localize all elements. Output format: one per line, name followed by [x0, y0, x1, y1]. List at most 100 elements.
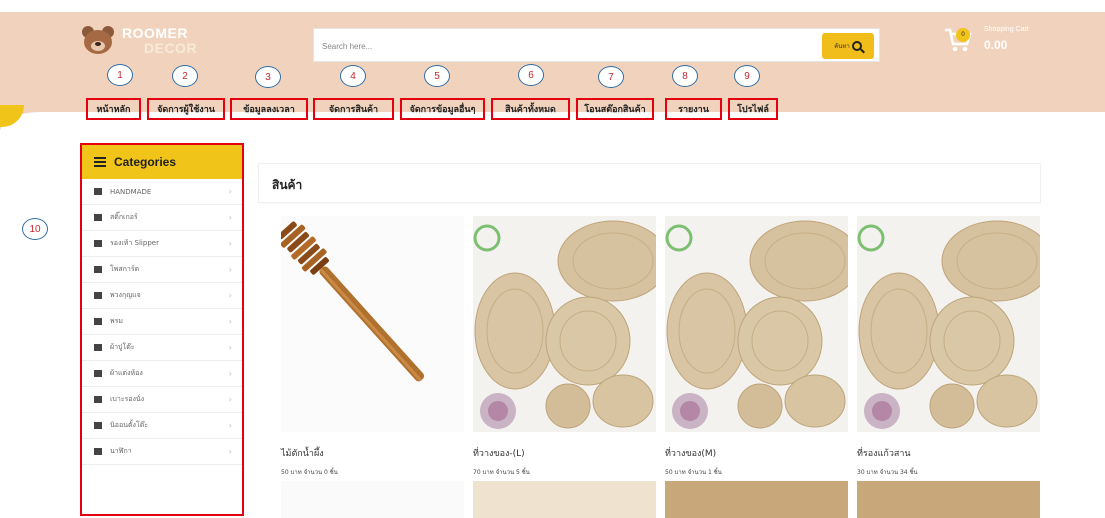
- category-icon: [94, 344, 102, 351]
- product-meta: 50 บาท จำนวน 0 ชิ้น: [281, 469, 338, 476]
- logo[interactable]: ROOMER DECOR: [80, 20, 197, 62]
- category-icon: [94, 448, 102, 455]
- category-icon: [94, 370, 102, 377]
- callout-5: 5: [424, 65, 450, 87]
- callout-10: 10: [22, 218, 48, 240]
- chevron-right-icon: ›: [228, 317, 232, 326]
- search-button-label: ค้นหา: [834, 43, 850, 50]
- nav-profile[interactable]: โปรไฟล์: [728, 98, 778, 120]
- callout-7: 7: [598, 66, 624, 88]
- nav-all-products[interactable]: สินค้าทั้งหมด: [491, 98, 570, 120]
- menu-icon: [94, 157, 106, 167]
- nav-product-management[interactable]: จัดการสินค้า: [313, 98, 394, 120]
- logo-text: ROOMER DECOR: [122, 26, 197, 56]
- product-name[interactable]: ที่วางของ-(L): [473, 446, 525, 460]
- category-label: พวงกุญแจ: [110, 291, 141, 299]
- nav-label: หน้าหลัก: [96, 105, 131, 115]
- category-label: พรม: [110, 317, 123, 325]
- product-card[interactable]: ที่รองแก้วสาน 30 บาท จำนวน 34 ชิ้น: [857, 216, 1042, 518]
- cart-total: 0.00: [984, 38, 1008, 52]
- category-label: ผ้าแต่งห้อง: [110, 369, 143, 377]
- nav-home[interactable]: หน้าหลัก: [86, 98, 141, 120]
- product-image-next-row: [857, 481, 1040, 518]
- category-icon: [94, 214, 102, 221]
- chevron-right-icon: ›: [228, 421, 232, 430]
- category-item[interactable]: นาฬิกา ›: [82, 439, 242, 465]
- callout-1: 1: [107, 64, 133, 86]
- category-item[interactable]: พรม ›: [82, 309, 242, 335]
- categories-panel: Categories HANDMADE › สติ๊กเกอร์ › รองเท้า…: [80, 143, 244, 516]
- chevron-right-icon: ›: [228, 291, 232, 300]
- cart-count-badge: 0: [956, 28, 970, 42]
- chevron-right-icon: ›: [228, 395, 232, 404]
- category-icon: [94, 188, 102, 195]
- chevron-right-icon: ›: [228, 239, 232, 248]
- callout-2: 2: [172, 65, 198, 87]
- products-header: สินค้า: [258, 163, 1041, 203]
- category-item[interactable]: เบาะรองนั่ง ›: [82, 387, 242, 413]
- category-item[interactable]: ผ้าแต่งห้อง ›: [82, 361, 242, 387]
- nav-reports[interactable]: รายงาน: [665, 98, 722, 120]
- honey-dipper-image: [281, 216, 464, 432]
- category-item[interactable]: นิออนตั้งโต๊ะ ›: [82, 413, 242, 439]
- product-image-woven-placemats[interactable]: [473, 216, 656, 432]
- product-name[interactable]: ที่วางของ(M): [665, 446, 716, 460]
- cart-title: Shopping Cart: [984, 26, 1029, 33]
- category-item[interactable]: รองเท้า Slipper ›: [82, 231, 242, 257]
- nav-other-data-management[interactable]: จัดการข้อมูลอื่นๆ: [400, 98, 485, 120]
- categories-title: Categories: [114, 155, 177, 169]
- logo-line2: DECOR: [144, 40, 198, 56]
- product-card[interactable]: ที่วางของ-(L) 70 บาท จำนวน 5 ชิ้น: [473, 216, 658, 518]
- callout-8: 8: [672, 65, 698, 87]
- callout-3: 3: [255, 66, 281, 88]
- category-icon: [94, 318, 102, 325]
- nav-label: รายงาน: [678, 105, 709, 115]
- product-meta: 50 บาท จำนวน 1 ชิ้น: [665, 469, 722, 476]
- nav-label: จัดการข้อมูลอื่นๆ: [409, 105, 476, 115]
- nav-time-records[interactable]: ข้อมูลลงเวลา: [230, 98, 308, 120]
- search-icon: [851, 41, 862, 51]
- category-item[interactable]: โพสการ์ด ›: [82, 257, 242, 283]
- woven-placemats-image: [473, 216, 656, 432]
- callout-6: 6: [518, 64, 544, 86]
- product-image-honey-dipper[interactable]: [281, 216, 464, 432]
- category-label: HANDMADE: [110, 187, 152, 196]
- category-label: นิออนตั้งโต๊ะ: [110, 421, 149, 429]
- chevron-right-icon: ›: [228, 265, 232, 274]
- nav-label: โอนสต๊อกสินค้า: [584, 105, 646, 115]
- categories-header[interactable]: Categories: [82, 145, 242, 179]
- product-image-next-row: [665, 481, 848, 518]
- category-item[interactable]: พวงกุญแจ ›: [82, 283, 242, 309]
- category-item[interactable]: ผ้าปูโต๊ะ ›: [82, 335, 242, 361]
- nav-user-management[interactable]: จัดการผู้ใช้งาน: [147, 98, 225, 120]
- category-label: โพสการ์ด: [110, 265, 140, 273]
- product-card[interactable]: ที่วางของ(M) 50 บาท จำนวน 1 ชิ้น: [665, 216, 850, 518]
- shopping-cart[interactable]: 0 Shopping Cart 0.00: [944, 24, 1074, 64]
- product-name[interactable]: ที่รองแก้วสาน: [857, 446, 911, 460]
- woven-placemats-image: [857, 216, 1040, 432]
- category-item[interactable]: HANDMADE ›: [82, 179, 242, 205]
- nav-stock-transfer[interactable]: โอนสต๊อกสินค้า: [576, 98, 654, 120]
- nav-label: จัดการสินค้า: [328, 105, 379, 115]
- category-label: เบาะรองนั่ง: [110, 395, 145, 403]
- woven-placemats-image: [665, 216, 848, 432]
- product-card[interactable]: ไม้ตักน้ำผึ้ง 50 บาท จำนวน 0 ชิ้น: [281, 216, 466, 518]
- product-image-woven-placemats[interactable]: [857, 216, 1040, 432]
- category-icon: [94, 292, 102, 299]
- category-label: ผ้าปูโต๊ะ: [110, 343, 135, 351]
- search-input[interactable]: [322, 37, 802, 55]
- product-meta: 70 บาท จำนวน 5 ชิ้น: [473, 469, 530, 476]
- chevron-right-icon: ›: [228, 369, 232, 378]
- category-label: สติ๊กเกอร์: [110, 213, 138, 221]
- products-title: สินค้า: [272, 178, 303, 192]
- search-button[interactable]: ค้นหา: [822, 33, 874, 59]
- category-icon: [94, 422, 102, 429]
- product-image-next-row: [473, 481, 656, 518]
- category-item[interactable]: สติ๊กเกอร์ ›: [82, 205, 242, 231]
- callout-9: 9: [734, 65, 760, 87]
- chevron-right-icon: ›: [228, 187, 232, 196]
- nav-label: ข้อมูลลงเวลา: [243, 105, 295, 115]
- nav-label: สินค้าทั้งหมด: [505, 105, 556, 115]
- product-image-woven-placemats[interactable]: [665, 216, 848, 432]
- product-name[interactable]: ไม้ตักน้ำผึ้ง: [281, 446, 324, 460]
